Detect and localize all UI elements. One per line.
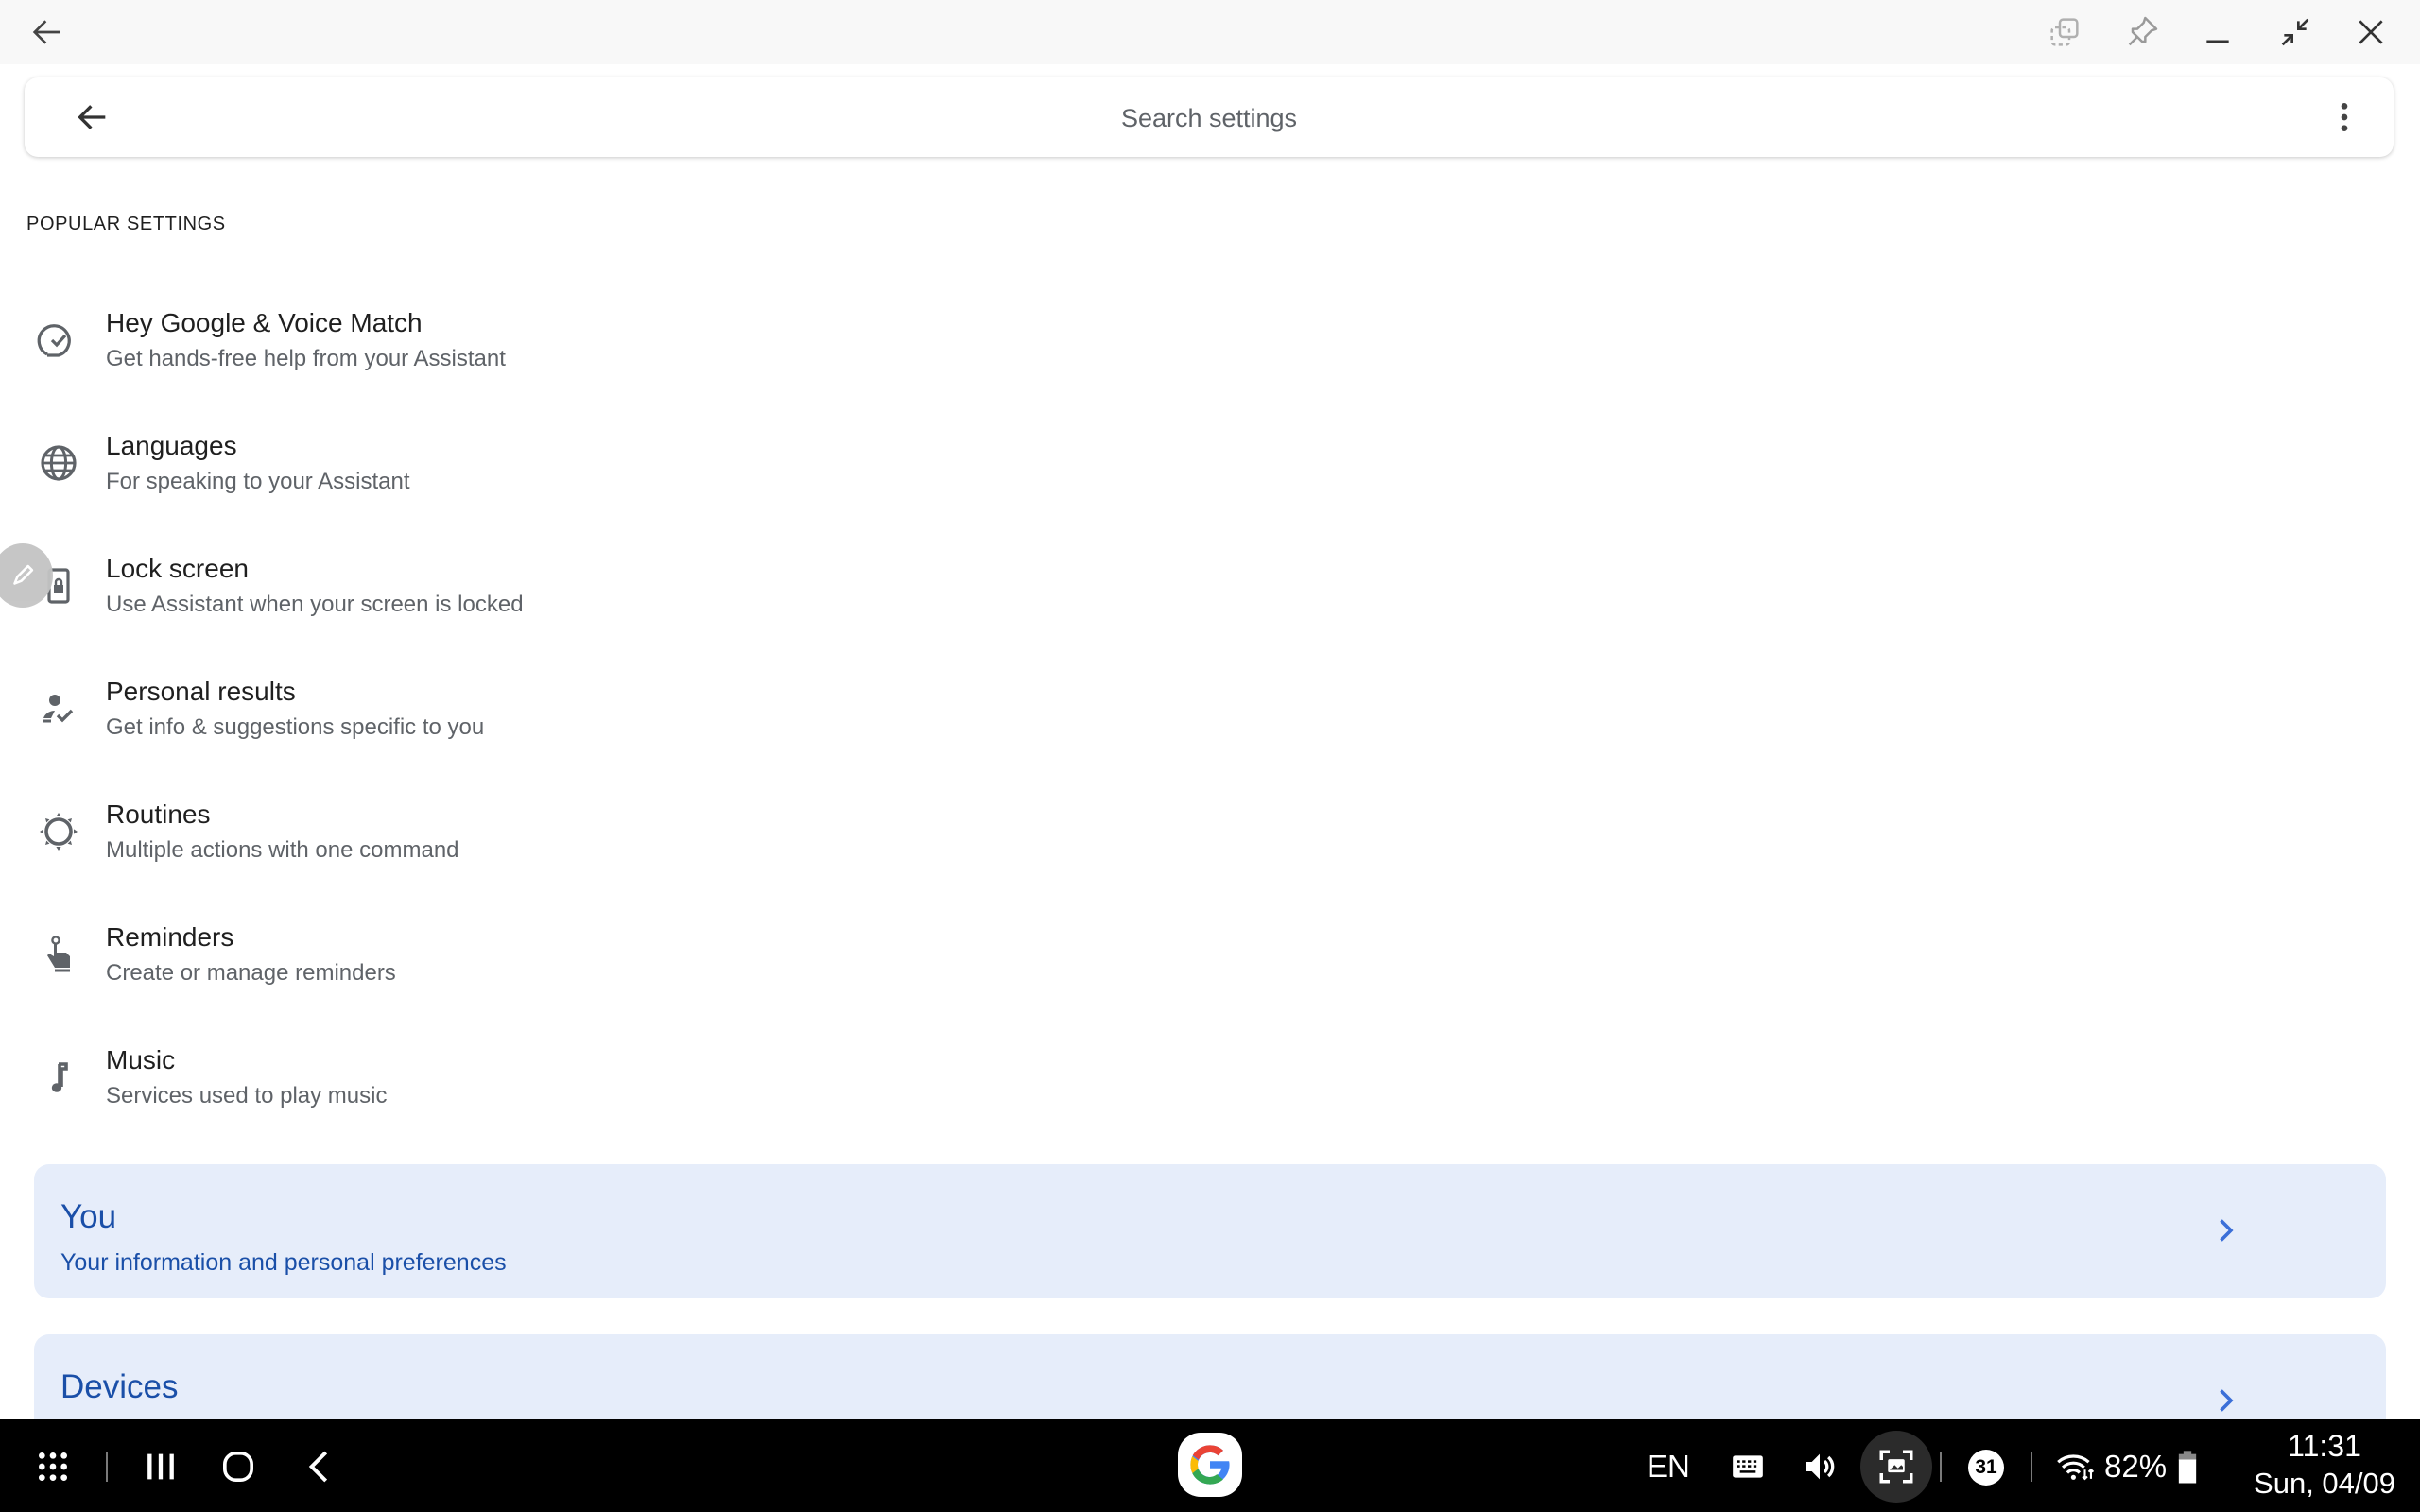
window-caption-bar (0, 0, 2420, 64)
language-indicator[interactable]: EN (1647, 1444, 1690, 1489)
person-check-icon (36, 686, 81, 731)
recents-icon (147, 1453, 174, 1480)
taskbar-divider (106, 1452, 108, 1482)
search-back-button[interactable] (74, 98, 112, 136)
chevron-right-icon (2220, 1219, 2234, 1242)
nav-back-icon (308, 1451, 328, 1483)
category-card-you[interactable]: You Your information and personal prefer… (34, 1164, 2386, 1298)
category-title: Devices (60, 1368, 179, 1405)
category-title: You (60, 1198, 117, 1235)
arrow-left-icon (32, 20, 60, 44)
keyboard-button[interactable] (1726, 1446, 1770, 1487)
clock[interactable]: 11:31 Sun, 04/09 (2254, 1427, 2395, 1503)
restore-button[interactable] (2273, 9, 2318, 55)
keyboard-icon (1733, 1455, 1763, 1478)
home-icon (223, 1452, 253, 1482)
taskbar-divider (2031, 1452, 2032, 1482)
setting-title: Languages (106, 431, 237, 460)
setting-subtitle: For speaking to your Assistant (106, 469, 410, 494)
snap-window-button[interactable] (2042, 9, 2087, 55)
setting-title: Reminders (106, 922, 234, 952)
collapse-arrows-icon (2281, 18, 2309, 46)
window-back-button[interactable] (25, 9, 70, 55)
search-bar (25, 77, 2394, 157)
setting-item-hey-google[interactable]: Hey Google & Voice Match Get hands-free … (0, 284, 2420, 406)
setting-title: Lock screen (106, 554, 249, 583)
setting-subtitle: Multiple actions with one command (106, 837, 459, 863)
more-options-button[interactable] (2324, 96, 2365, 138)
setting-item-routines[interactable]: Routines Multiple actions with one comma… (0, 775, 2420, 898)
pin-icon (2128, 16, 2158, 46)
setting-subtitle: Create or manage reminders (106, 960, 396, 986)
apps-button[interactable] (32, 1446, 74, 1487)
setting-item-reminders[interactable]: Reminders Create or manage reminders (0, 898, 2420, 1021)
setting-title: Personal results (106, 677, 296, 706)
pencil-icon (13, 564, 34, 585)
pin-button[interactable] (2119, 9, 2165, 55)
setting-title: Music (106, 1045, 176, 1074)
status-area-button[interactable]: 82% (2055, 1444, 2199, 1489)
volume-icon (1806, 1453, 1835, 1480)
taskbar: EN 31 82% 11:31 Sun, 04/09 (0, 1419, 2420, 1512)
recents-button[interactable] (140, 1446, 182, 1487)
setting-item-languages[interactable]: Languages For speaking to your Assistant (0, 406, 2420, 529)
setting-subtitle: Get hands-free help from your Assistant (106, 346, 506, 371)
google-app-button[interactable] (1178, 1433, 1242, 1497)
calendar-notification-button[interactable]: 31 (1966, 1448, 2006, 1487)
clock-date: Sun, 04/09 (2254, 1467, 2395, 1500)
setting-item-lock-screen[interactable]: Lock screen Use Assistant when your scre… (0, 529, 2420, 652)
music-note-icon (36, 1055, 81, 1100)
snap-window-icon (2050, 18, 2079, 46)
arrow-left-icon (78, 105, 106, 129)
battery-icon (2178, 1451, 2197, 1484)
setting-item-music[interactable]: Music Services used to play music (0, 1021, 2420, 1143)
reminder-hand-icon (36, 932, 81, 977)
category-subtitle: Your information and personal preference… (60, 1249, 507, 1276)
setting-subtitle: Use Assistant when your screen is locked (106, 592, 524, 617)
clock-time: 11:31 (2288, 1429, 2361, 1463)
setting-title: Routines (106, 799, 211, 829)
google-g-icon (1190, 1445, 1231, 1485)
battery-percent: 82% (2104, 1449, 2168, 1484)
globe-icon (36, 440, 81, 486)
setting-title: Hey Google & Voice Match (106, 308, 423, 337)
close-button[interactable] (2348, 9, 2394, 55)
home-button[interactable] (217, 1446, 259, 1487)
routines-icon (36, 809, 81, 854)
wifi-icon (2057, 1454, 2095, 1481)
voice-match-icon (36, 318, 81, 363)
section-header-popular-settings: POPULAR SETTINGS (26, 214, 226, 234)
nav-back-button[interactable] (299, 1446, 340, 1487)
close-icon (2359, 20, 2383, 44)
minimize-icon (2206, 40, 2229, 43)
setting-subtitle: Get info & suggestions specific to you (106, 714, 485, 740)
minimize-button[interactable] (2195, 9, 2240, 55)
screen-capture-icon (1879, 1450, 1913, 1484)
setting-item-personal-results[interactable]: Personal results Get info & suggestions … (0, 652, 2420, 775)
screen-capture-button[interactable] (1860, 1431, 1932, 1503)
search-input[interactable] (166, 89, 2252, 147)
setting-subtitle: Services used to play music (106, 1083, 388, 1108)
app-grid-icon (39, 1452, 67, 1481)
taskbar-divider (1940, 1452, 1942, 1482)
calendar-badge: 31 (1968, 1450, 2004, 1486)
more-vert-icon (2341, 103, 2348, 131)
popular-settings-list: Hey Google & Voice Match Get hands-free … (0, 284, 2420, 1143)
volume-button[interactable] (1798, 1446, 1841, 1487)
chevron-right-icon (2220, 1389, 2234, 1412)
